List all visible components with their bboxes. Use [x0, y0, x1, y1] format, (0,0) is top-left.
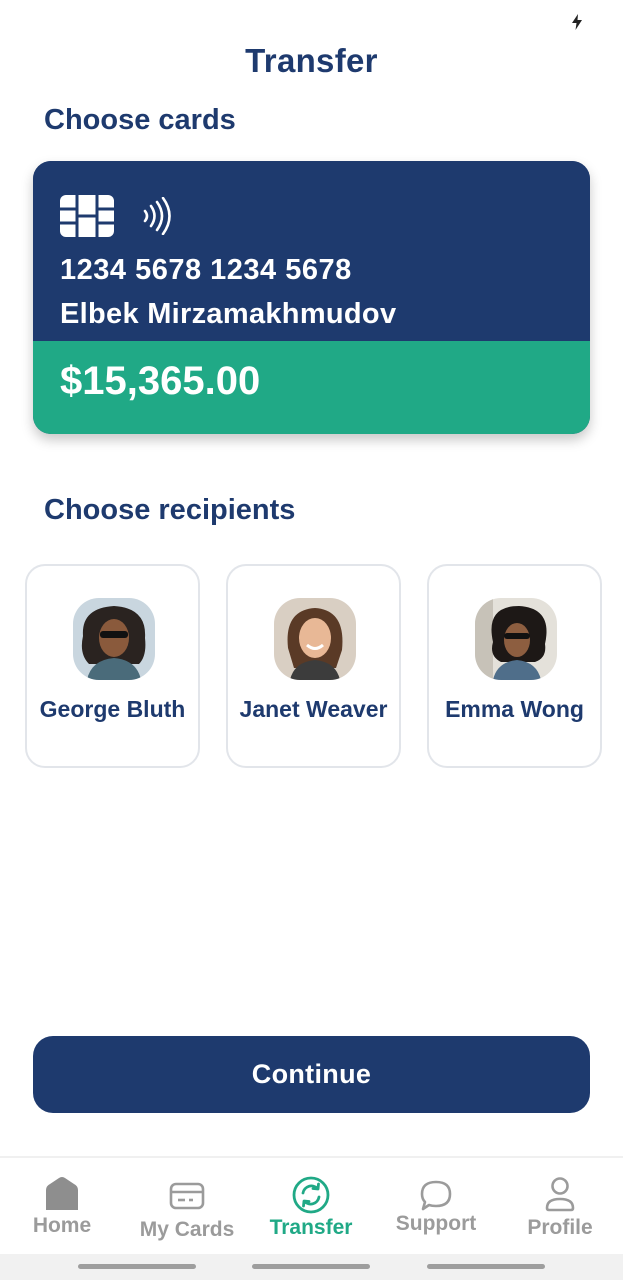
choose-recipients-heading: Choose recipients: [44, 494, 296, 526]
system-gesture-bar: [0, 1254, 623, 1280]
recipient-name: George Bluth: [39, 696, 186, 722]
bank-card[interactable]: 1234 5678 1234 5678 Elbek Mirzamakhmudov…: [33, 161, 590, 434]
nav-item-profile[interactable]: Profile: [498, 1158, 622, 1256]
avatar: [274, 598, 356, 680]
card-balance-section: $15,365.00: [33, 341, 590, 434]
gesture-pill[interactable]: [78, 1264, 196, 1269]
nav-label-transfer: Transfer: [269, 1216, 353, 1239]
bottom-nav: Home My Cards Transfer Support Profile: [0, 1156, 623, 1254]
avatar: [73, 598, 155, 680]
recipient-card-emma-wong[interactable]: Emma Wong: [427, 564, 602, 768]
status-bar: [0, 0, 623, 40]
card-holder-name: Elbek Mirzamakhmudov: [60, 298, 397, 330]
card-top-section: 1234 5678 1234 5678 Elbek Mirzamakhmudov: [33, 161, 590, 341]
recipient-card-janet-weaver[interactable]: Janet Weaver: [226, 564, 401, 768]
nav-label-support: Support: [395, 1212, 477, 1235]
recipient-name: Emma Wong: [445, 696, 584, 722]
recipient-card-george-bluth[interactable]: George Bluth: [25, 564, 200, 768]
nav-item-support[interactable]: Support: [374, 1158, 498, 1256]
choose-cards-heading: Choose cards: [44, 104, 236, 136]
gesture-pill[interactable]: [427, 1264, 545, 1269]
avatar: [475, 598, 557, 680]
nav-item-transfer[interactable]: Transfer: [249, 1158, 373, 1256]
chat-bubble-icon: [420, 1180, 452, 1211]
nav-label-my-cards: My Cards: [139, 1218, 235, 1241]
nav-label-profile: Profile: [527, 1216, 593, 1239]
nav-item-my-cards[interactable]: My Cards: [125, 1158, 249, 1256]
user-icon: [545, 1177, 575, 1212]
charging-icon: [572, 14, 582, 30]
transfer-icon: [292, 1176, 330, 1214]
recipient-name: Janet Weaver: [239, 696, 388, 722]
chip-icon: [60, 195, 114, 237]
home-icon: [46, 1177, 78, 1210]
contactless-icon: [143, 197, 171, 235]
card-balance: $15,365.00: [60, 359, 261, 403]
gesture-pill[interactable]: [252, 1264, 370, 1269]
nav-item-home[interactable]: Home: [0, 1158, 124, 1256]
continue-button[interactable]: Continue: [33, 1036, 590, 1113]
card-icon: [169, 1182, 205, 1210]
page-title: Transfer: [245, 42, 378, 79]
nav-label-home: Home: [32, 1214, 92, 1237]
card-number: 1234 5678 1234 5678: [60, 254, 352, 286]
